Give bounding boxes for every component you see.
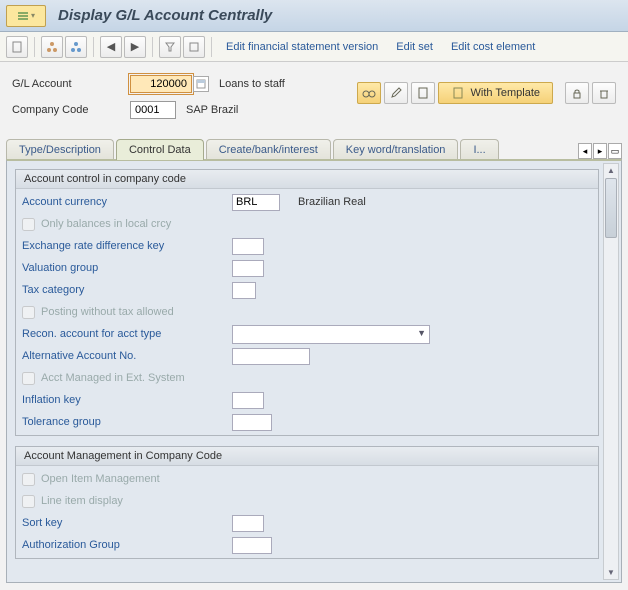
account-currency-label: Account currency — [22, 196, 232, 208]
account-currency-input[interactable] — [232, 194, 280, 211]
titlebar: ▾ Display G/L Account Centrally — [0, 0, 628, 32]
tabstrip: Type/Description Control Data Create/ban… — [6, 138, 622, 159]
trash-icon — [597, 86, 611, 100]
account-currency-desc: Brazilian Real — [298, 196, 366, 208]
action-buttons: With Template — [357, 82, 617, 104]
valuation-group-label: Valuation group — [22, 262, 232, 274]
edit-set-link[interactable]: Edit set — [388, 41, 441, 53]
tolerance-group-input[interactable] — [232, 414, 272, 431]
only-balances-label: Only balances in local crcy — [41, 218, 251, 230]
line-item-label: Line item display — [41, 495, 251, 507]
edit-fsv-link[interactable]: Edit financial statement version — [218, 41, 386, 53]
inflation-key-label: Inflation key — [22, 394, 232, 406]
with-template-label: With Template — [471, 87, 541, 99]
pencil-icon — [389, 86, 403, 100]
company-code-input[interactable] — [130, 101, 176, 119]
recon-account-select[interactable] — [232, 325, 430, 344]
doc-icon — [11, 41, 23, 53]
auth-group-input[interactable] — [232, 537, 272, 554]
list-icon — [188, 41, 200, 53]
toolbar-btn-3[interactable] — [65, 36, 87, 58]
template-icon — [451, 86, 465, 100]
filter-icon — [164, 41, 176, 53]
app-toolbar: ◀ ▶ Edit financial statement version Edi… — [0, 32, 628, 62]
inflation-key-input[interactable] — [232, 392, 264, 409]
hierarchy2-icon — [70, 41, 82, 53]
display-change-button[interactable] — [357, 82, 381, 104]
tab-information[interactable]: I... — [460, 139, 498, 160]
line-item-checkbox — [22, 495, 35, 508]
glasses-icon — [362, 86, 376, 100]
company-code-label: Company Code — [12, 104, 130, 116]
acct-managed-ext-checkbox — [22, 372, 35, 385]
group-account-management-title: Account Management in Company Code — [16, 447, 598, 466]
lock-button[interactable] — [565, 82, 589, 104]
scroll-down-icon: ▼ — [604, 566, 618, 579]
toolbar-btn-7[interactable] — [183, 36, 205, 58]
toolbar-btn-6[interactable] — [159, 36, 181, 58]
new-doc-icon — [416, 86, 430, 100]
tab-list-button[interactable]: ▭ — [608, 143, 622, 159]
search-help-icon — [196, 79, 206, 89]
lock-icon — [570, 86, 584, 100]
chevron-right-icon: ▶ — [131, 40, 139, 53]
tab-scroll-left[interactable]: ◂ — [578, 143, 592, 159]
hierarchy-icon — [46, 41, 58, 53]
open-item-label: Open Item Management — [41, 473, 251, 485]
prev-button[interactable]: ◀ — [100, 36, 122, 58]
scroll-up-icon: ▲ — [604, 164, 618, 177]
tab-create-bank-interest[interactable]: Create/bank/interest — [206, 139, 331, 160]
acct-managed-ext-label: Acct Managed in Ext. System — [41, 372, 251, 384]
toolbar-btn-2[interactable] — [41, 36, 63, 58]
gl-account-desc: Loans to staff — [219, 78, 285, 90]
exchange-rate-diff-label: Exchange rate difference key — [22, 240, 232, 252]
edit-button[interactable] — [384, 82, 408, 104]
group-account-control-title: Account control in company code — [16, 170, 598, 189]
alternative-account-input[interactable] — [232, 348, 310, 365]
auth-group-label: Authorization Group — [22, 539, 232, 551]
page-title: Display G/L Account Centrally — [58, 7, 272, 24]
gl-account-search-help[interactable] — [193, 76, 209, 92]
group-account-control: Account control in company code Account … — [15, 169, 599, 436]
company-code-desc: SAP Brazil — [186, 104, 238, 116]
alternative-account-label: Alternative Account No. — [22, 350, 232, 362]
create-button[interactable] — [411, 82, 435, 104]
valuation-group-input[interactable] — [232, 260, 264, 277]
delete-button[interactable] — [592, 82, 616, 104]
sort-key-label: Sort key — [22, 517, 232, 529]
toolbar-btn-1[interactable] — [6, 36, 28, 58]
with-template-button[interactable]: With Template — [438, 82, 554, 104]
scroll-thumb[interactable] — [605, 178, 617, 238]
recon-account-label: Recon. account for acct type — [22, 328, 232, 340]
posting-without-tax-checkbox — [22, 306, 35, 319]
tab-scroll-right[interactable]: ▸ — [593, 143, 607, 159]
tolerance-group-label: Tolerance group — [22, 416, 232, 428]
tax-category-input[interactable] — [232, 282, 256, 299]
menu-button[interactable]: ▾ — [6, 5, 46, 27]
edit-cost-element-link[interactable]: Edit cost element — [443, 41, 543, 53]
next-button[interactable]: ▶ — [124, 36, 146, 58]
tab-panel: Account control in company code Account … — [6, 159, 622, 583]
group-account-management: Account Management in Company Code Open … — [15, 446, 599, 559]
tab-control-data[interactable]: Control Data — [116, 139, 204, 160]
open-item-checkbox — [22, 473, 35, 486]
panel-scrollbar[interactable]: ▲ ▼ — [603, 163, 619, 580]
sort-key-input[interactable] — [232, 515, 264, 532]
menu-icon — [17, 10, 29, 22]
tab-type-description[interactable]: Type/Description — [6, 139, 114, 160]
tab-keyword-translation[interactable]: Key word/translation — [333, 139, 459, 160]
only-balances-checkbox — [22, 218, 35, 231]
exchange-rate-diff-input[interactable] — [232, 238, 264, 255]
gl-account-label: G/L Account — [12, 78, 130, 90]
gl-account-input[interactable] — [130, 75, 192, 93]
posting-without-tax-label: Posting without tax allowed — [41, 306, 251, 318]
tax-category-label: Tax category — [22, 284, 232, 296]
chevron-left-icon: ◀ — [107, 40, 115, 53]
